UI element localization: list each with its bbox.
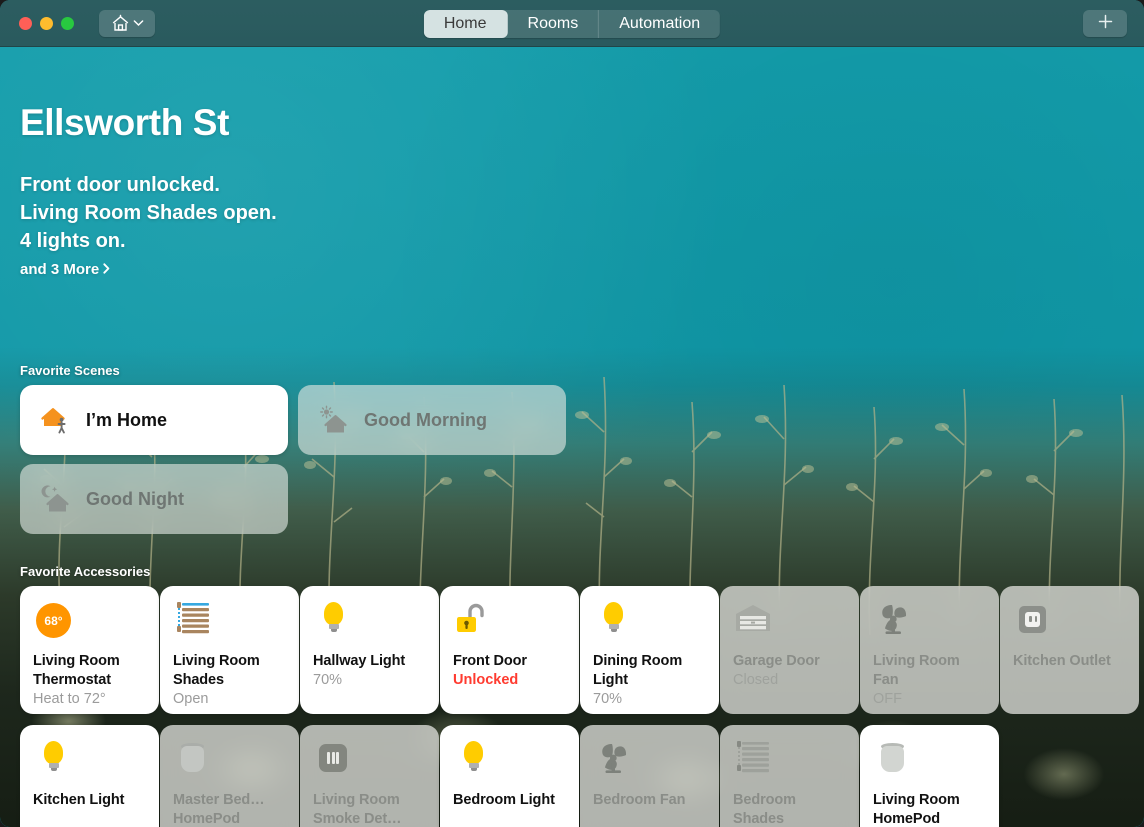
accessory-name: Master Bed… HomePod: [173, 791, 286, 827]
and-more-label: and 3 More: [20, 261, 99, 278]
accessory-state: Open: [173, 690, 286, 709]
accessory-name: Front Door: [453, 652, 566, 671]
accessory-name: Hallway Light: [313, 652, 426, 671]
lightbulb-icon: [33, 739, 73, 779]
moon-house-icon: [40, 483, 72, 515]
fan-icon: [873, 600, 913, 640]
accessory-name: Bedroom Fan: [593, 791, 706, 810]
accessory-name: Bedroom Shades: [733, 791, 846, 827]
status-line-2: Living Room Shades open.: [20, 199, 277, 227]
sun-house-icon: [318, 404, 350, 436]
and-more-link[interactable]: and 3 More: [20, 261, 110, 278]
accessory-card-living-room-thermostat[interactable]: 68° Living Room Thermostat Heat to 72°: [20, 586, 159, 714]
accessory-name: Living Room Fan: [873, 652, 986, 690]
tab-rooms[interactable]: Rooms: [508, 10, 600, 38]
accessory-name: Living Room HomePod: [873, 791, 986, 827]
scene-name: Good Night: [86, 489, 184, 510]
accessory-card-bedroom-light[interactable]: Bedroom Light: [440, 725, 579, 827]
accessory-card-kitchen-outlet[interactable]: Kitchen Outlet: [1000, 586, 1139, 714]
lightbulb-icon: [593, 600, 633, 640]
favorite-accessories-label: Favorite Accessories: [20, 564, 150, 579]
add-button[interactable]: [1083, 10, 1127, 37]
accessory-name: Garage Door: [733, 652, 846, 671]
accessory-card-dining-room-light[interactable]: Dining Room Light 70%: [580, 586, 719, 714]
smoke-detector-icon: [313, 739, 353, 779]
scene-card-good-morning[interactable]: Good Morning: [298, 385, 566, 455]
traffic-lights: [19, 17, 74, 30]
thermostat-temperature-badge: 68°: [36, 603, 71, 638]
shades-icon: [173, 600, 213, 640]
accessory-name: Kitchen Light: [33, 791, 146, 810]
accessory-state: Closed: [733, 671, 846, 690]
close-button[interactable]: [19, 17, 32, 30]
accessory-card-bedroom-fan[interactable]: Bedroom Fan: [580, 725, 719, 827]
scene-name: I’m Home: [86, 410, 167, 431]
status-line-3: 4 lights on.: [20, 227, 277, 255]
view-tab-bar[interactable]: Home Rooms Automation: [424, 10, 720, 38]
outlet-icon: [1013, 600, 1053, 640]
accessory-card-master-bedroom-homepod[interactable]: Master Bed… HomePod: [160, 725, 299, 827]
accessory-card-kitchen-light[interactable]: Kitchen Light: [20, 725, 159, 827]
home-app-window: Home Rooms Automation Ellsworth St Front…: [0, 0, 1144, 827]
accessory-card-garage-door[interactable]: Garage Door Closed: [720, 586, 859, 714]
accessory-state: 70%: [313, 671, 426, 690]
accessory-card-front-door[interactable]: Front Door Unlocked: [440, 586, 579, 714]
homepod-icon: [173, 739, 213, 779]
accessory-name: Living Room Smoke Det…: [313, 791, 426, 827]
homepod-icon: [873, 739, 913, 779]
accessory-state: Unlocked: [453, 671, 566, 690]
house-icon: [111, 15, 130, 32]
page-title: Ellsworth St: [20, 102, 229, 144]
lightbulb-icon: [313, 600, 353, 640]
accessory-card-living-room-homepod[interactable]: Living Room HomePod: [860, 725, 999, 827]
home-content: Ellsworth St Front door unlocked. Living…: [0, 47, 1144, 827]
shades-icon: [733, 739, 773, 779]
house-person-icon: [40, 404, 72, 436]
fan-icon: [593, 739, 633, 779]
status-line-1: Front door unlocked.: [20, 171, 277, 199]
chevron-down-icon: [133, 19, 144, 27]
lightbulb-icon: [453, 739, 493, 779]
window-titlebar: Home Rooms Automation: [0, 0, 1144, 47]
tab-home[interactable]: Home: [424, 10, 508, 38]
accessory-state: 70%: [593, 690, 706, 709]
accessory-state: Heat to 72°: [33, 690, 146, 709]
scene-card-good-night[interactable]: Good Night: [20, 464, 288, 534]
garage-door-icon: [733, 600, 773, 640]
home-status-summary: Front door unlocked. Living Room Shades …: [20, 171, 277, 255]
lock-open-icon: [453, 600, 493, 640]
accessory-card-living-room-fan[interactable]: Living Room Fan OFF: [860, 586, 999, 714]
tab-automation[interactable]: Automation: [599, 10, 720, 38]
favorite-scenes-label: Favorite Scenes: [20, 363, 120, 378]
scene-name: Good Morning: [364, 410, 487, 431]
accessory-name: Kitchen Outlet: [1013, 652, 1126, 671]
chevron-right-icon: [103, 261, 110, 278]
home-selector-button[interactable]: [99, 10, 155, 37]
scene-card-im-home[interactable]: I’m Home: [20, 385, 288, 455]
minimize-button[interactable]: [40, 17, 53, 30]
plus-icon: [1098, 14, 1113, 34]
accessory-card-bedroom-shades[interactable]: Bedroom Shades: [720, 725, 859, 827]
accessory-name: Living Room Thermostat: [33, 652, 146, 690]
thermostat-icon: 68°: [33, 600, 73, 640]
accessory-card-living-room-shades[interactable]: Living Room Shades Open: [160, 586, 299, 714]
accessory-state: OFF: [873, 690, 986, 709]
accessory-name: Dining Room Light: [593, 652, 706, 690]
accessory-name: Bedroom Light: [453, 791, 566, 810]
accessory-card-living-room-smoke-detector[interactable]: Living Room Smoke Det…: [300, 725, 439, 827]
accessory-card-hallway-light[interactable]: Hallway Light 70%: [300, 586, 439, 714]
accessory-name: Living Room Shades: [173, 652, 286, 690]
maximize-button[interactable]: [61, 17, 74, 30]
